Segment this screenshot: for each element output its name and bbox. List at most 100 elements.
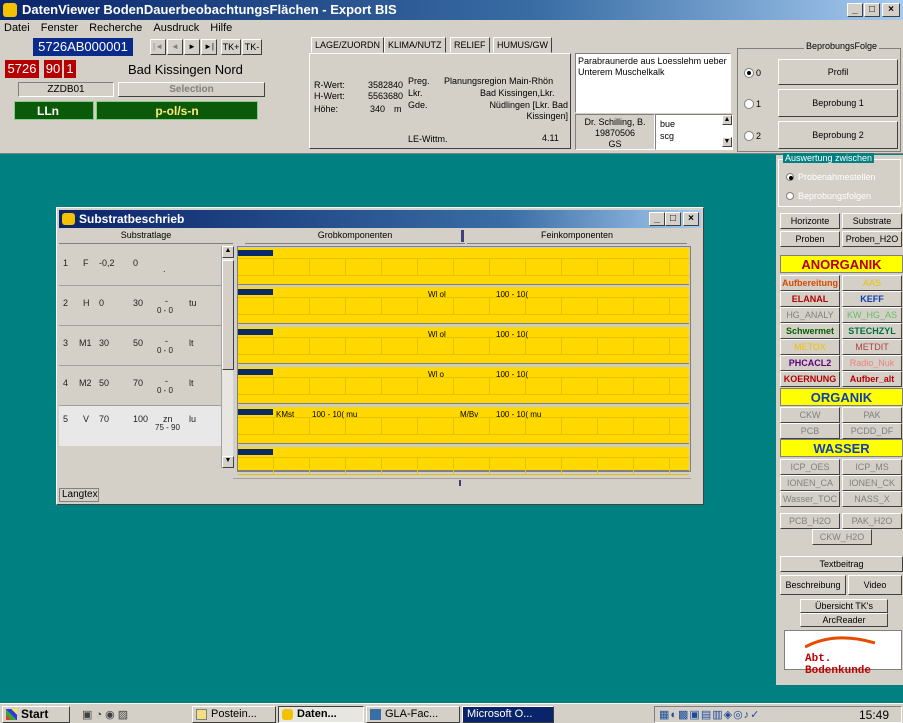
scroll-down-icon[interactable]: ▼	[222, 456, 234, 468]
proben-button[interactable]: Proben	[780, 231, 840, 247]
menu-fenster[interactable]: Fenster	[37, 20, 82, 36]
ckw-h2o-button[interactable]: CKW_H2O	[812, 529, 872, 545]
beprobung1-button[interactable]: Beprobung 1	[778, 89, 898, 117]
pcdd-df-button[interactable]: PCDD_DF	[842, 423, 902, 439]
tab-relief[interactable]: RELIEF	[450, 37, 490, 53]
site-id[interactable]: 5726AB000001	[33, 38, 133, 56]
next-button[interactable]: ►	[184, 39, 200, 55]
task-label: GLA-Fac...	[385, 708, 439, 720]
koernung-button[interactable]: KOERNUNG	[780, 371, 840, 387]
menu-recherche[interactable]: Recherche	[85, 20, 146, 36]
list-item[interactable]: 2 H 0 30 - 0 - 0 tu	[59, 286, 221, 326]
proben-h2o-button[interactable]: Proben_H2O	[842, 231, 902, 247]
menu-datei[interactable]: Datei	[0, 20, 34, 36]
sub-maximize-button[interactable]: □	[665, 212, 681, 226]
beschreibung-button[interactable]: Beschreibung	[780, 575, 846, 595]
kw-hg-as-button[interactable]: KW_HG_AS	[842, 307, 902, 323]
ionen-ck-button[interactable]: IONEN_CK	[842, 475, 902, 491]
close-button[interactable]: ×	[882, 3, 900, 17]
aufber-alt-button[interactable]: Aufber_alt	[842, 371, 902, 387]
grid-row[interactable]: Wl ol 100 - 10(	[238, 327, 689, 364]
quicklaunch-icons[interactable]: ▣ ◔ ◉ ▨	[82, 708, 154, 721]
horizonte-button[interactable]: Horizonte	[780, 213, 840, 229]
tk-plus-button[interactable]: TK+	[221, 39, 241, 55]
grid-row[interactable]: Wl o 100 - 10(	[238, 367, 689, 404]
left-scrollbar[interactable]: ▲ ▼	[221, 246, 234, 468]
list-item[interactable]: 3 M1 30 50 - 0 - 0 lt	[59, 326, 221, 366]
arcreader-button[interactable]: ArcReader	[800, 613, 888, 627]
langtext-field[interactable]: Langtex	[59, 488, 99, 502]
textbeitrag-button[interactable]: Textbeitrag	[780, 556, 903, 572]
site-code: ZZDB01	[18, 82, 114, 97]
maximize-button[interactable]: □	[864, 3, 880, 17]
wasser-toc-button[interactable]: Wasser_TOC	[780, 491, 840, 507]
grid-row[interactable]	[238, 447, 689, 475]
scroll-thumb[interactable]	[222, 260, 234, 370]
keff-button[interactable]: KEFF	[842, 291, 902, 307]
pcb-h2o-button[interactable]: PCB_H2O	[780, 513, 840, 529]
menu-ausdruck[interactable]: Ausdruck	[149, 20, 203, 36]
grid-row[interactable]	[238, 248, 689, 285]
ckw-button[interactable]: CKW	[780, 407, 840, 423]
grid-row[interactable]: KMst 100 - 10( mu M/Bv 100 - 10( mu	[238, 407, 689, 444]
phcacl2-button[interactable]: PHCACL2	[780, 355, 840, 371]
profil-button[interactable]: Profil	[778, 59, 898, 85]
beprobung2-button[interactable]: Beprobung 2	[778, 121, 898, 149]
sub-minimize-button[interactable]: _	[649, 212, 665, 226]
elanal-button[interactable]: ELANAL	[780, 291, 840, 307]
icp-ms-button[interactable]: ICP_MS	[842, 459, 902, 475]
tk-minus-button[interactable]: TK-	[242, 39, 262, 55]
pak-button[interactable]: PAK	[842, 407, 902, 423]
radio-probenahmestellen[interactable]	[786, 173, 794, 181]
sub-close-button[interactable]: ×	[683, 212, 699, 226]
start-button[interactable]: Start	[2, 706, 70, 723]
task-postein[interactable]: Postein...	[192, 706, 276, 723]
menu-hilfe[interactable]: Hilfe	[206, 20, 236, 36]
list-item[interactable]: 1 F -0,2 0 .	[59, 246, 221, 286]
task-microsoft[interactable]: Microsoft O...	[462, 706, 554, 723]
author-list-item[interactable]: scg	[660, 130, 728, 142]
stechzyl-button[interactable]: STECHZYL	[842, 323, 902, 339]
scroll-down-icon[interactable]: ▼	[722, 137, 732, 147]
pcb-button[interactable]: PCB	[780, 423, 840, 439]
radio-nuk-button[interactable]: Radio_Nuk	[842, 355, 902, 371]
radio-1[interactable]	[744, 99, 754, 109]
hg-analy-button[interactable]: HG_ANALY	[780, 307, 840, 323]
aufbereitung-button[interactable]: Aufbereitung	[780, 275, 840, 291]
scroll-up-icon[interactable]: ▲	[722, 115, 732, 125]
task-daten[interactable]: Daten...	[278, 706, 364, 723]
selection-button[interactable]: Selection	[118, 82, 265, 97]
description-box[interactable]: Parabraunerde aus Loesslehm ueber Untere…	[575, 53, 731, 113]
pak-h2o-button[interactable]: PAK_H2O	[842, 513, 902, 529]
first-button[interactable]: |◄	[150, 39, 166, 55]
task-gla[interactable]: GLA-Fac...	[366, 706, 460, 723]
nass-x-button[interactable]: NASS_X	[842, 491, 902, 507]
video-button[interactable]: Video	[848, 575, 902, 595]
radio-2[interactable]	[744, 131, 754, 141]
minimize-button[interactable]: _	[847, 3, 863, 17]
last-button[interactable]: ►|	[201, 39, 217, 55]
tab-klima[interactable]: KLIMA/NUTZ	[384, 37, 446, 53]
list-item[interactable]: 5 V 70 100 zn 75 - 90 lu	[59, 406, 221, 446]
tab-lage[interactable]: LAGE/ZUORDN	[311, 37, 385, 53]
substrate-button[interactable]: Substrate	[842, 213, 902, 229]
scroll-up-icon[interactable]: ▲	[222, 246, 234, 258]
prev-button[interactable]: ◄	[167, 39, 183, 55]
schwermet-button[interactable]: Schwermet	[780, 323, 840, 339]
icp-oes-button[interactable]: ICP_OES	[780, 459, 840, 475]
aas-button[interactable]: AAS	[842, 275, 902, 291]
bottom-splitter[interactable]	[233, 478, 691, 486]
radio-0[interactable]	[744, 68, 754, 78]
ionen-ca-button[interactable]: IONEN_CA	[780, 475, 840, 491]
metdit-button[interactable]: METDIT	[842, 339, 902, 355]
metox-button[interactable]: METOX	[780, 339, 840, 355]
tab-humus[interactable]: HUMUS/GW	[493, 37, 552, 53]
uebersicht-button[interactable]: Übersicht TK's	[800, 599, 888, 613]
system-tray: ▦◐▩▣▤▥◈◎♪✓ 15:49	[654, 706, 902, 723]
radio-beprobungsfolgen[interactable]	[786, 192, 794, 200]
grid-row[interactable]: Wl ol 100 - 10(	[238, 287, 689, 324]
author-list-item[interactable]: bue	[660, 118, 728, 130]
list-item[interactable]: 4 M2 50 70 - 0 - 0 lt	[59, 366, 221, 406]
tray-icons[interactable]: ▦◐▩▣▤▥◈◎♪✓	[659, 708, 839, 722]
rwert-label: R-Wert:	[314, 80, 345, 90]
